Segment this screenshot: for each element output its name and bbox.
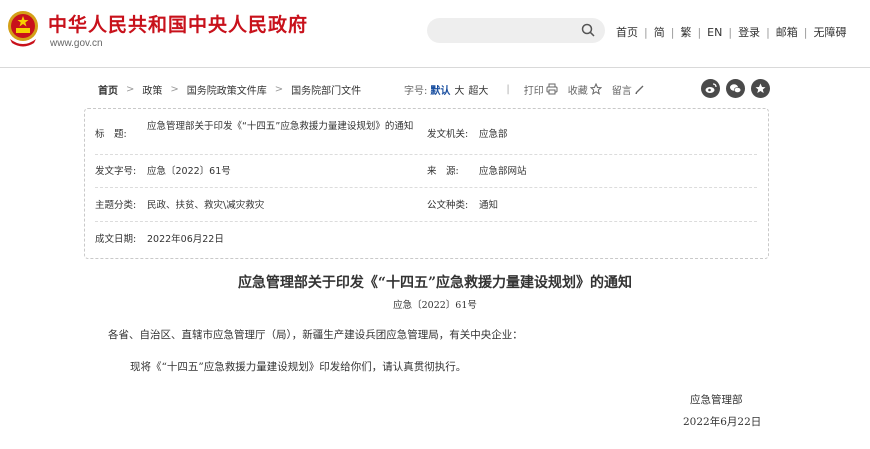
top-nav: 首页 | 简 | 繁 | EN | 登录 | 邮箱 | 无障碍 [616, 24, 847, 40]
article-salutation: 各省、自治区、直辖市应急管理厅（局），新疆生产建设兵团应急管理局，有关中央企业： [108, 329, 523, 341]
info-topic-label: 主题分类: [95, 200, 137, 211]
nav-mail[interactable]: 邮箱 [776, 24, 798, 40]
site-url: www.gov.cn [50, 38, 103, 49]
info-docno: 发文字号: 应急〔2022〕61号 [95, 164, 231, 179]
font-size-label: 字号: [404, 85, 428, 97]
nav-separator: | [728, 25, 733, 39]
wechat-share-button[interactable] [726, 79, 745, 98]
chevron-right-icon: > [126, 83, 135, 95]
breadcrumb-home[interactable]: 首页 [98, 82, 118, 97]
nav-separator: | [803, 25, 808, 39]
breadcrumb-policy-library[interactable]: 国务院政策文件库 [187, 82, 267, 97]
favorite-button[interactable]: 收藏 [568, 82, 602, 97]
chevron-right-icon: > [170, 83, 179, 95]
font-size-large[interactable]: 大 [454, 82, 464, 97]
wechat-icon [730, 84, 742, 93]
share-star-icon [755, 83, 766, 93]
nav-separator: | [644, 25, 648, 39]
document-info-box: 标 题: 应急管理部关于印发《“十四五”应急救援力量建设规划》的通知 发文机关:… [84, 108, 769, 259]
info-source-value: 应急部网站 [479, 166, 527, 177]
article-sign-date: 2022年6月22日 [683, 416, 762, 428]
nav-separator: | [766, 25, 770, 39]
nav-simplified[interactable]: 简 [654, 24, 665, 40]
info-source: 来 源: 应急部网站 [427, 164, 527, 179]
print-button[interactable]: 打印 [524, 82, 558, 97]
chevron-right-icon: > [274, 83, 284, 95]
share-buttons [695, 79, 770, 98]
info-title-value: 应急管理部关于印发《“十四五”应急救援力量建设规划》的通知 [147, 121, 414, 132]
weibo-icon [705, 83, 717, 93]
nav-home[interactable]: 首页 [616, 24, 638, 40]
site-title[interactable]: 中华人民共和国中央人民政府 [48, 10, 308, 37]
info-date-label: 成文日期: [95, 234, 137, 245]
search-box[interactable] [427, 18, 605, 43]
search-icon[interactable] [581, 23, 595, 37]
national-emblem-icon[interactable] [6, 9, 40, 49]
info-type-label: 公文种类: [427, 200, 469, 211]
article-title: 应急管理部关于印发《“十四五”应急救援力量建设规划》的通知 [237, 275, 633, 291]
info-row-date: 成文日期: 2022年06月22日 [95, 222, 757, 254]
info-source-label: 来 源: [427, 166, 459, 177]
info-topic: 主题分类: 民政、扶贫、救灾\减灾救灾 [95, 198, 264, 213]
info-date: 成文日期: 2022年06月22日 [95, 232, 224, 247]
star-icon [589, 83, 602, 95]
article-docno: 应急〔2022〕61号 [393, 300, 477, 311]
nav-accessibility[interactable]: 无障碍 [814, 24, 847, 40]
printer-icon [546, 83, 558, 95]
nav-traditional[interactable]: 繁 [680, 24, 691, 40]
print-label: 打印 [523, 85, 544, 97]
font-size-default[interactable]: 默认 [430, 82, 450, 97]
font-size-xlarge[interactable]: 超大 [468, 82, 488, 97]
article-signature: 应急管理部 [690, 394, 743, 406]
info-topic-value: 民政、扶贫、救灾\减灾救灾 [147, 200, 265, 211]
info-type-value: 通知 [479, 200, 499, 211]
favorite-label: 收藏 [567, 85, 588, 97]
info-row-docno: 发文字号: 应急〔2022〕61号 来 源: 应急部网站 [95, 155, 757, 188]
info-row-title: 标 题: 应急管理部关于印发《“十四五”应急救援力量建设规划》的通知 发文机关:… [95, 115, 757, 155]
comment-button[interactable]: 留言 [612, 82, 645, 97]
pencil-icon [635, 85, 644, 94]
breadcrumb-bar: 首页 > 政策 > 国务院政策文件库 > 国务院部门文件 字号: 默认 大 超大… [98, 78, 770, 100]
toolbar-divider: | [506, 83, 510, 95]
info-date-value: 2022年06月22日 [147, 234, 224, 245]
info-issuer-value: 应急部 [479, 129, 508, 140]
site-header: 中华人民共和国中央人民政府 www.gov.cn 首页 | 简 | 繁 | EN | 登… [0, 0, 870, 68]
info-title-label: 标 题: [95, 129, 127, 140]
nav-separator: | [670, 25, 675, 39]
info-docno-label: 发文字号: [95, 166, 137, 177]
article-body: 现将《“十四五”应急救援力量建设规划》印发给你们，请认真贯彻执行。 [130, 361, 467, 373]
info-row-topic: 主题分类: 民政、扶贫、救灾\减灾救灾 公文种类: 通知 [95, 188, 757, 222]
info-issuer-label: 发文机关: [427, 129, 469, 140]
info-docno-value: 应急〔2022〕61号 [147, 166, 231, 177]
breadcrumb-policy[interactable]: 政策 [142, 82, 162, 97]
info-issuer: 发文机关: 应急部 [427, 127, 508, 142]
breadcrumb-department-docs[interactable]: 国务院部门文件 [291, 82, 361, 97]
nav-english[interactable]: EN [707, 26, 722, 39]
nav-login[interactable]: 登录 [738, 24, 760, 40]
nav-separator: | [697, 25, 702, 39]
weibo-share-button[interactable] [701, 79, 720, 98]
comment-label: 留言 [611, 85, 632, 97]
info-type: 公文种类: 通知 [427, 198, 498, 213]
page-tools: 字号: 默认 大 超大 | 打印 收藏 留言 [404, 78, 655, 100]
other-share-button[interactable] [751, 79, 770, 98]
